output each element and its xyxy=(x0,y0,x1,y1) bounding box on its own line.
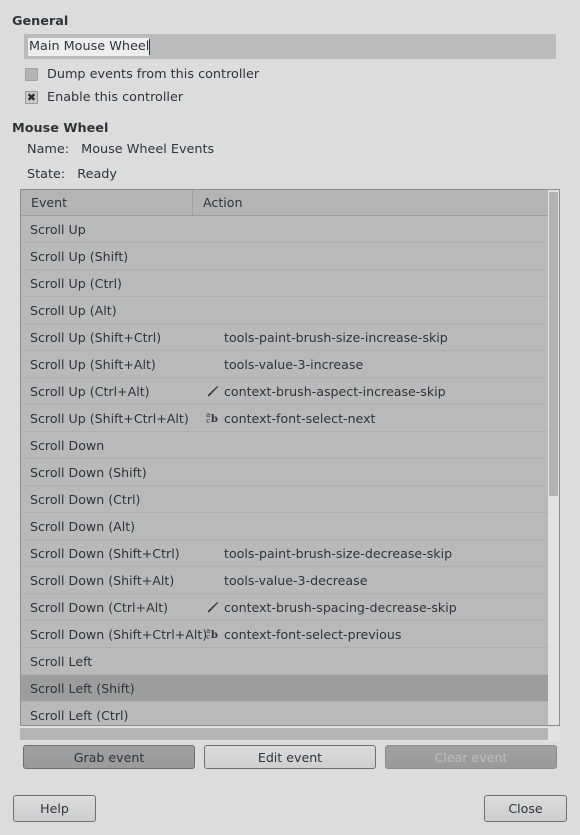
table-row[interactable]: Scroll Up (Shift+Ctrl) tools-paint-brush-… xyxy=(21,324,559,351)
row-action-label: context-brush-spacing-decrease-skip xyxy=(224,599,457,615)
table-row[interactable]: Scroll Down xyxy=(21,432,559,459)
table-row[interactable]: Scroll Left (Shift) xyxy=(21,675,559,702)
checkbox-mark: ✖ xyxy=(26,90,37,104)
list-rows: Scroll Up Scroll Up (Shift) Scroll Up (Ctr… xyxy=(21,216,559,725)
row-action-cell: tools-paint-brush-size-decrease-skip xyxy=(203,546,559,561)
row-event-cell: Scroll Down xyxy=(30,437,105,453)
row-event-cell: Scroll Down (Shift+Alt) xyxy=(30,572,175,588)
row-event-cell: Scroll Down (Alt) xyxy=(30,518,136,534)
table-row[interactable]: Scroll Up (Ctrl+Alt) context-brush-aspect… xyxy=(21,378,559,405)
font-icon: acb xyxy=(206,410,218,425)
edit-event-button[interactable]: Edit event xyxy=(204,745,376,769)
row-action-label: context-brush-aspect-increase-skip xyxy=(224,383,446,399)
table-row[interactable]: Scroll Up (Alt) xyxy=(21,297,559,324)
dump-events-checkbox-row[interactable]: Dump events from this controller xyxy=(25,66,259,82)
paintbrush-icon xyxy=(203,601,221,614)
row-action-label: context-font-select-previous xyxy=(224,626,402,642)
row-action-cell: a c b context-font-select-previous xyxy=(203,627,559,642)
table-row[interactable]: Scroll Up (Shift+Ctrl+Alt) a c b context-fon… xyxy=(21,405,559,432)
row-event-cell: Scroll Up (Shift+Ctrl) xyxy=(30,329,162,345)
table-row[interactable]: Scroll Down (Shift+Alt) tools-value-3-dec… xyxy=(21,567,559,594)
general-section-heading: General xyxy=(12,14,69,29)
help-button[interactable]: Help xyxy=(13,795,96,822)
row-event-cell: Scroll Down (Shift+Ctrl) xyxy=(30,545,180,561)
paintbrush-icon xyxy=(203,385,221,398)
row-action-cell: tools-value-3-increase xyxy=(203,357,559,372)
enable-controller-checkbox-row[interactable]: ✖ Enable this controller xyxy=(25,89,183,105)
table-row[interactable]: Scroll Up xyxy=(21,216,559,243)
row-action-label: tools-value-3-decrease xyxy=(224,572,368,588)
controller-name-value: Main Mouse Wheel xyxy=(28,37,150,56)
font-icon: acb xyxy=(206,626,218,641)
device-name-key: Name: xyxy=(27,142,70,157)
grab-event-button[interactable]: Grab event xyxy=(23,745,195,769)
row-action-cell: context-brush-spacing-decrease-skip xyxy=(203,600,559,615)
row-event-cell: Scroll Down (Shift) xyxy=(30,464,147,480)
row-event-cell: Scroll Down (Ctrl) xyxy=(30,491,141,507)
row-event-cell: Scroll Left xyxy=(30,653,93,669)
row-action-label: tools-paint-brush-size-decrease-skip xyxy=(224,545,453,561)
row-event-cell: Scroll Left (Ctrl) xyxy=(30,707,129,723)
table-row[interactable]: Scroll Down (Ctrl+Alt) context-brush-spac… xyxy=(21,594,559,621)
table-row[interactable]: Scroll Down (Ctrl) xyxy=(21,486,559,513)
device-state-value: Ready xyxy=(77,167,117,182)
row-action-label: tools-value-3-increase xyxy=(224,356,364,372)
row-action-cell: tools-paint-brush-size-increase-skip xyxy=(203,330,559,345)
table-row[interactable]: Scroll Down (Alt) xyxy=(21,513,559,540)
list-vertical-scrollbar[interactable] xyxy=(548,190,559,725)
controller-name-input[interactable]: Main Mouse Wheel xyxy=(24,34,556,59)
vertical-scrollbar-thumb[interactable] xyxy=(549,192,558,496)
row-action-cell: tools-value-3-decrease xyxy=(203,573,559,588)
row-event-cell: Scroll Up xyxy=(30,221,86,237)
table-row[interactable]: Scroll Up (Shift+Alt) tools-value-3-incre… xyxy=(21,351,559,378)
table-row[interactable]: Scroll Down (Shift+Ctrl) tools-paint-brus… xyxy=(21,540,559,567)
device-state-key: State: xyxy=(27,167,66,182)
row-action-cell: context-brush-aspect-increase-skip xyxy=(203,384,559,399)
row-event-cell: Scroll Left (Shift) xyxy=(30,680,135,696)
device-name-row: Name: Mouse Wheel Events xyxy=(27,142,214,157)
column-header-event[interactable]: Event xyxy=(21,190,193,216)
horizontal-scrollbar-thumb[interactable] xyxy=(20,728,548,740)
table-row[interactable]: Scroll Down (Shift+Ctrl+Alt) a c b context-f… xyxy=(21,621,559,648)
table-row[interactable]: Scroll Left (Ctrl) xyxy=(21,702,559,725)
row-action-cell: a c b context-font-select-next xyxy=(203,411,559,426)
event-action-buttons: Grab event Edit event Clear event xyxy=(23,745,557,769)
row-action-label: tools-paint-brush-size-increase-skip xyxy=(224,329,448,345)
table-row[interactable]: Scroll Left xyxy=(21,648,559,675)
row-event-cell: Scroll Down (Shift+Ctrl+Alt) xyxy=(30,626,208,642)
controller-settings-dialog: General Main Mouse Wheel Dump events fro… xyxy=(0,0,580,835)
row-event-cell: Scroll Up (Alt) xyxy=(30,302,117,318)
checkbox-unchecked-icon[interactable] xyxy=(25,67,38,81)
checkbox-checked-icon[interactable]: ✖ xyxy=(25,90,38,104)
event-action-list[interactable]: Event Action Scroll Up Scroll Up (Shift) S… xyxy=(20,189,560,726)
device-section-heading: Mouse Wheel xyxy=(12,121,109,136)
column-header-action[interactable]: Action xyxy=(193,190,559,216)
row-event-cell: Scroll Down (Ctrl+Alt) xyxy=(30,599,169,615)
enable-controller-label: Enable this controller xyxy=(47,89,184,105)
row-event-cell: Scroll Up (Shift+Ctrl+Alt) xyxy=(30,410,189,426)
row-event-cell: Scroll Up (Shift) xyxy=(30,248,129,264)
checkbox-mark xyxy=(26,69,37,80)
table-row[interactable]: Scroll Up (Shift) xyxy=(21,243,559,270)
list-horizontal-scrollbar[interactable] xyxy=(20,727,560,741)
table-row[interactable]: Scroll Up (Ctrl) xyxy=(21,270,559,297)
dump-events-label: Dump events from this controller xyxy=(47,66,260,82)
row-event-cell: Scroll Up (Shift+Alt) xyxy=(30,356,156,372)
row-action-label: context-font-select-next xyxy=(224,410,376,426)
row-event-cell: Scroll Up (Ctrl+Alt) xyxy=(30,383,150,399)
close-button[interactable]: Close xyxy=(484,795,567,822)
table-row[interactable]: Scroll Down (Shift) xyxy=(21,459,559,486)
list-header-row: Event Action xyxy=(21,190,559,216)
row-event-cell: Scroll Up (Ctrl) xyxy=(30,275,122,291)
device-name-value: Mouse Wheel Events xyxy=(81,142,215,157)
device-state-row: State: Ready xyxy=(27,167,117,182)
clear-event-button: Clear event xyxy=(385,745,557,769)
text-caret xyxy=(149,38,151,55)
